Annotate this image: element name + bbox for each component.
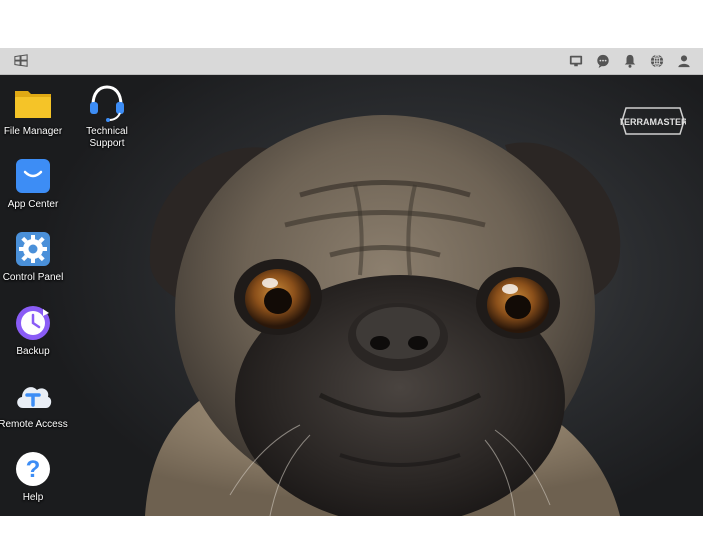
windows-icon[interactable] bbox=[12, 52, 30, 70]
chat-icon[interactable] bbox=[594, 52, 612, 70]
cloud-icon bbox=[13, 376, 53, 416]
desktop-icon-remote-access[interactable]: Remote Access bbox=[0, 376, 69, 431]
shopping-bag-icon bbox=[13, 156, 53, 196]
desktop-icon-label: Control Panel bbox=[2, 272, 64, 283]
svg-text:?: ? bbox=[26, 456, 41, 483]
desktop-icon-label: File Manager bbox=[3, 126, 63, 137]
desktop-icon-label: Help bbox=[22, 492, 44, 503]
gear-icon bbox=[13, 229, 53, 269]
desktop-icon-control-panel[interactable]: Control Panel bbox=[0, 229, 69, 284]
brand-text: TERRAMASTER bbox=[620, 117, 686, 127]
desktop-icon-label: App Center bbox=[7, 199, 59, 210]
clock-icon bbox=[13, 303, 53, 343]
terramaster-logo: TERRAMASTER bbox=[619, 105, 688, 137]
question-icon: ? bbox=[13, 449, 53, 489]
desktop-icon-label: Backup bbox=[16, 346, 50, 357]
user-icon[interactable] bbox=[675, 52, 693, 70]
desktop-icon-label: Remote Access bbox=[0, 419, 68, 430]
bell-icon[interactable] bbox=[621, 52, 639, 70]
folder-icon bbox=[13, 83, 53, 123]
screen-icon[interactable] bbox=[567, 52, 585, 70]
desktop: TERRAMASTER File Manager Technical Suppo… bbox=[0, 75, 703, 516]
desktop-icon-file-manager[interactable]: File Manager bbox=[0, 83, 69, 138]
globe-icon[interactable] bbox=[648, 52, 666, 70]
desktop-icon-label: Technical Support bbox=[86, 126, 128, 149]
desktop-icon-backup[interactable]: Backup bbox=[0, 303, 69, 358]
desktop-icon-app-center[interactable]: App Center bbox=[0, 156, 69, 211]
desktop-icon-help[interactable]: ? Help bbox=[0, 449, 69, 504]
taskbar bbox=[0, 48, 703, 75]
desktop-icon-technical-support[interactable]: Technical Support bbox=[71, 83, 143, 150]
nas-desktop-window: TERRAMASTER File Manager Technical Suppo… bbox=[0, 48, 703, 516]
headset-icon bbox=[87, 83, 127, 123]
